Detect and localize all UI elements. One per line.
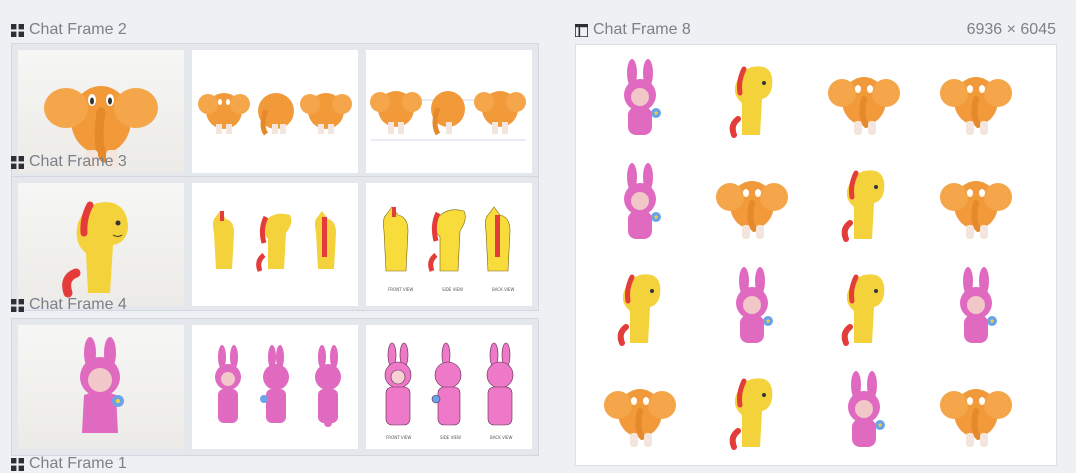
bunny-turnaround[interactable] (192, 325, 358, 449)
elephant-sticker[interactable] (926, 365, 1026, 455)
layout-frame-icon (575, 23, 588, 37)
frame-title: Chat Frame 4 (29, 296, 127, 313)
horse-figure (62, 201, 128, 298)
elephant-sticker-art (716, 181, 788, 239)
sheet-caption-side: SIDE VIEW (440, 435, 461, 440)
bunny-views (215, 345, 341, 427)
chat-frame-3[interactable]: FRONT VIEW SIDE VIEW BACK VIEW (11, 176, 539, 311)
grid-frame-icon (11, 457, 24, 471)
bunny-sheet-views (384, 342, 514, 426)
grid-frame-icon (11, 155, 24, 169)
horse-sticker-art (841, 274, 885, 346)
horse-sticker[interactable] (814, 261, 914, 351)
bunny-sticker-art (736, 267, 773, 343)
chat-frame-8[interactable] (575, 44, 1057, 466)
chat-frame-4[interactable]: FRONT VIEW SIDE VIEW BACK VIEW (11, 318, 539, 456)
horse-sticker[interactable] (590, 261, 690, 351)
elephant-sticker[interactable] (926, 157, 1026, 247)
elephant-sticker-art (604, 389, 676, 447)
horse-photo[interactable] (18, 183, 184, 306)
elephant-sheet[interactable] (366, 50, 532, 173)
bunny-figure (80, 337, 124, 433)
frame-title: Chat Frame 3 (29, 153, 127, 170)
bunny-sticker[interactable] (814, 365, 914, 455)
bunny-sticker-art (848, 371, 885, 447)
frame-label-8[interactable]: Chat Frame 8 (575, 21, 691, 39)
sheet-caption-side: SIDE VIEW (442, 287, 463, 292)
elephant-sticker[interactable] (926, 53, 1026, 143)
grid-frame-icon (11, 23, 24, 37)
sheet-caption-front: FRONT VIEW (386, 435, 412, 440)
horse-turnaround[interactable] (192, 183, 358, 306)
elephant-sticker[interactable] (590, 365, 690, 455)
horse-sticker-art (729, 378, 773, 450)
horse-views (213, 211, 336, 272)
horse-sticker-art (841, 170, 885, 242)
bunny-sticker[interactable] (590, 157, 690, 247)
horse-sticker[interactable] (702, 365, 802, 455)
elephant-sticker-art (940, 389, 1012, 447)
horse-sticker-art (617, 274, 661, 346)
sheet-caption-back: BACK VIEW (492, 287, 515, 292)
elephant-sticker-art (940, 181, 1012, 239)
frame-label-2[interactable]: Chat Frame 2 (11, 21, 127, 39)
bunny-sticker[interactable] (590, 53, 690, 143)
sheet-caption-back: BACK VIEW (490, 435, 513, 440)
frame-title: Chat Frame 1 (29, 455, 127, 472)
elephant-sticker-art (828, 77, 900, 135)
frame-title: Chat Frame 2 (29, 21, 127, 38)
frame-dimensions: 6936 × 6045 (966, 21, 1056, 38)
horse-sticker-art (729, 66, 773, 138)
sheet-caption-front: FRONT VIEW (388, 287, 414, 292)
frame-title: Chat Frame 8 (593, 21, 691, 38)
horse-sheet[interactable]: FRONT VIEW SIDE VIEW BACK VIEW (366, 183, 532, 306)
elephant-sheet-views (370, 91, 526, 141)
elephant-sticker[interactable] (702, 157, 802, 247)
bunny-sticker[interactable] (702, 261, 802, 351)
elephant-sticker-art (940, 77, 1012, 135)
elephant-turnaround[interactable] (192, 50, 358, 173)
bunny-sticker-art (624, 163, 661, 239)
elephant-sticker[interactable] (814, 53, 914, 143)
bunny-sticker-art (960, 267, 997, 343)
horse-sticker[interactable] (814, 157, 914, 247)
horse-sticker[interactable] (702, 53, 802, 143)
frame-label-5[interactable]: Chat Frame 1 (11, 455, 127, 473)
grid-frame-icon (11, 298, 24, 312)
elephant-views (198, 93, 352, 136)
frame-label-4[interactable]: Chat Frame 4 (11, 296, 127, 314)
bunny-photo[interactable] (18, 325, 184, 449)
bunny-sheet[interactable]: FRONT VIEW SIDE VIEW BACK VIEW (366, 325, 532, 449)
bunny-sticker-art (624, 59, 661, 135)
bunny-sticker[interactable] (926, 261, 1026, 351)
frame-label-3[interactable]: Chat Frame 3 (11, 153, 127, 171)
